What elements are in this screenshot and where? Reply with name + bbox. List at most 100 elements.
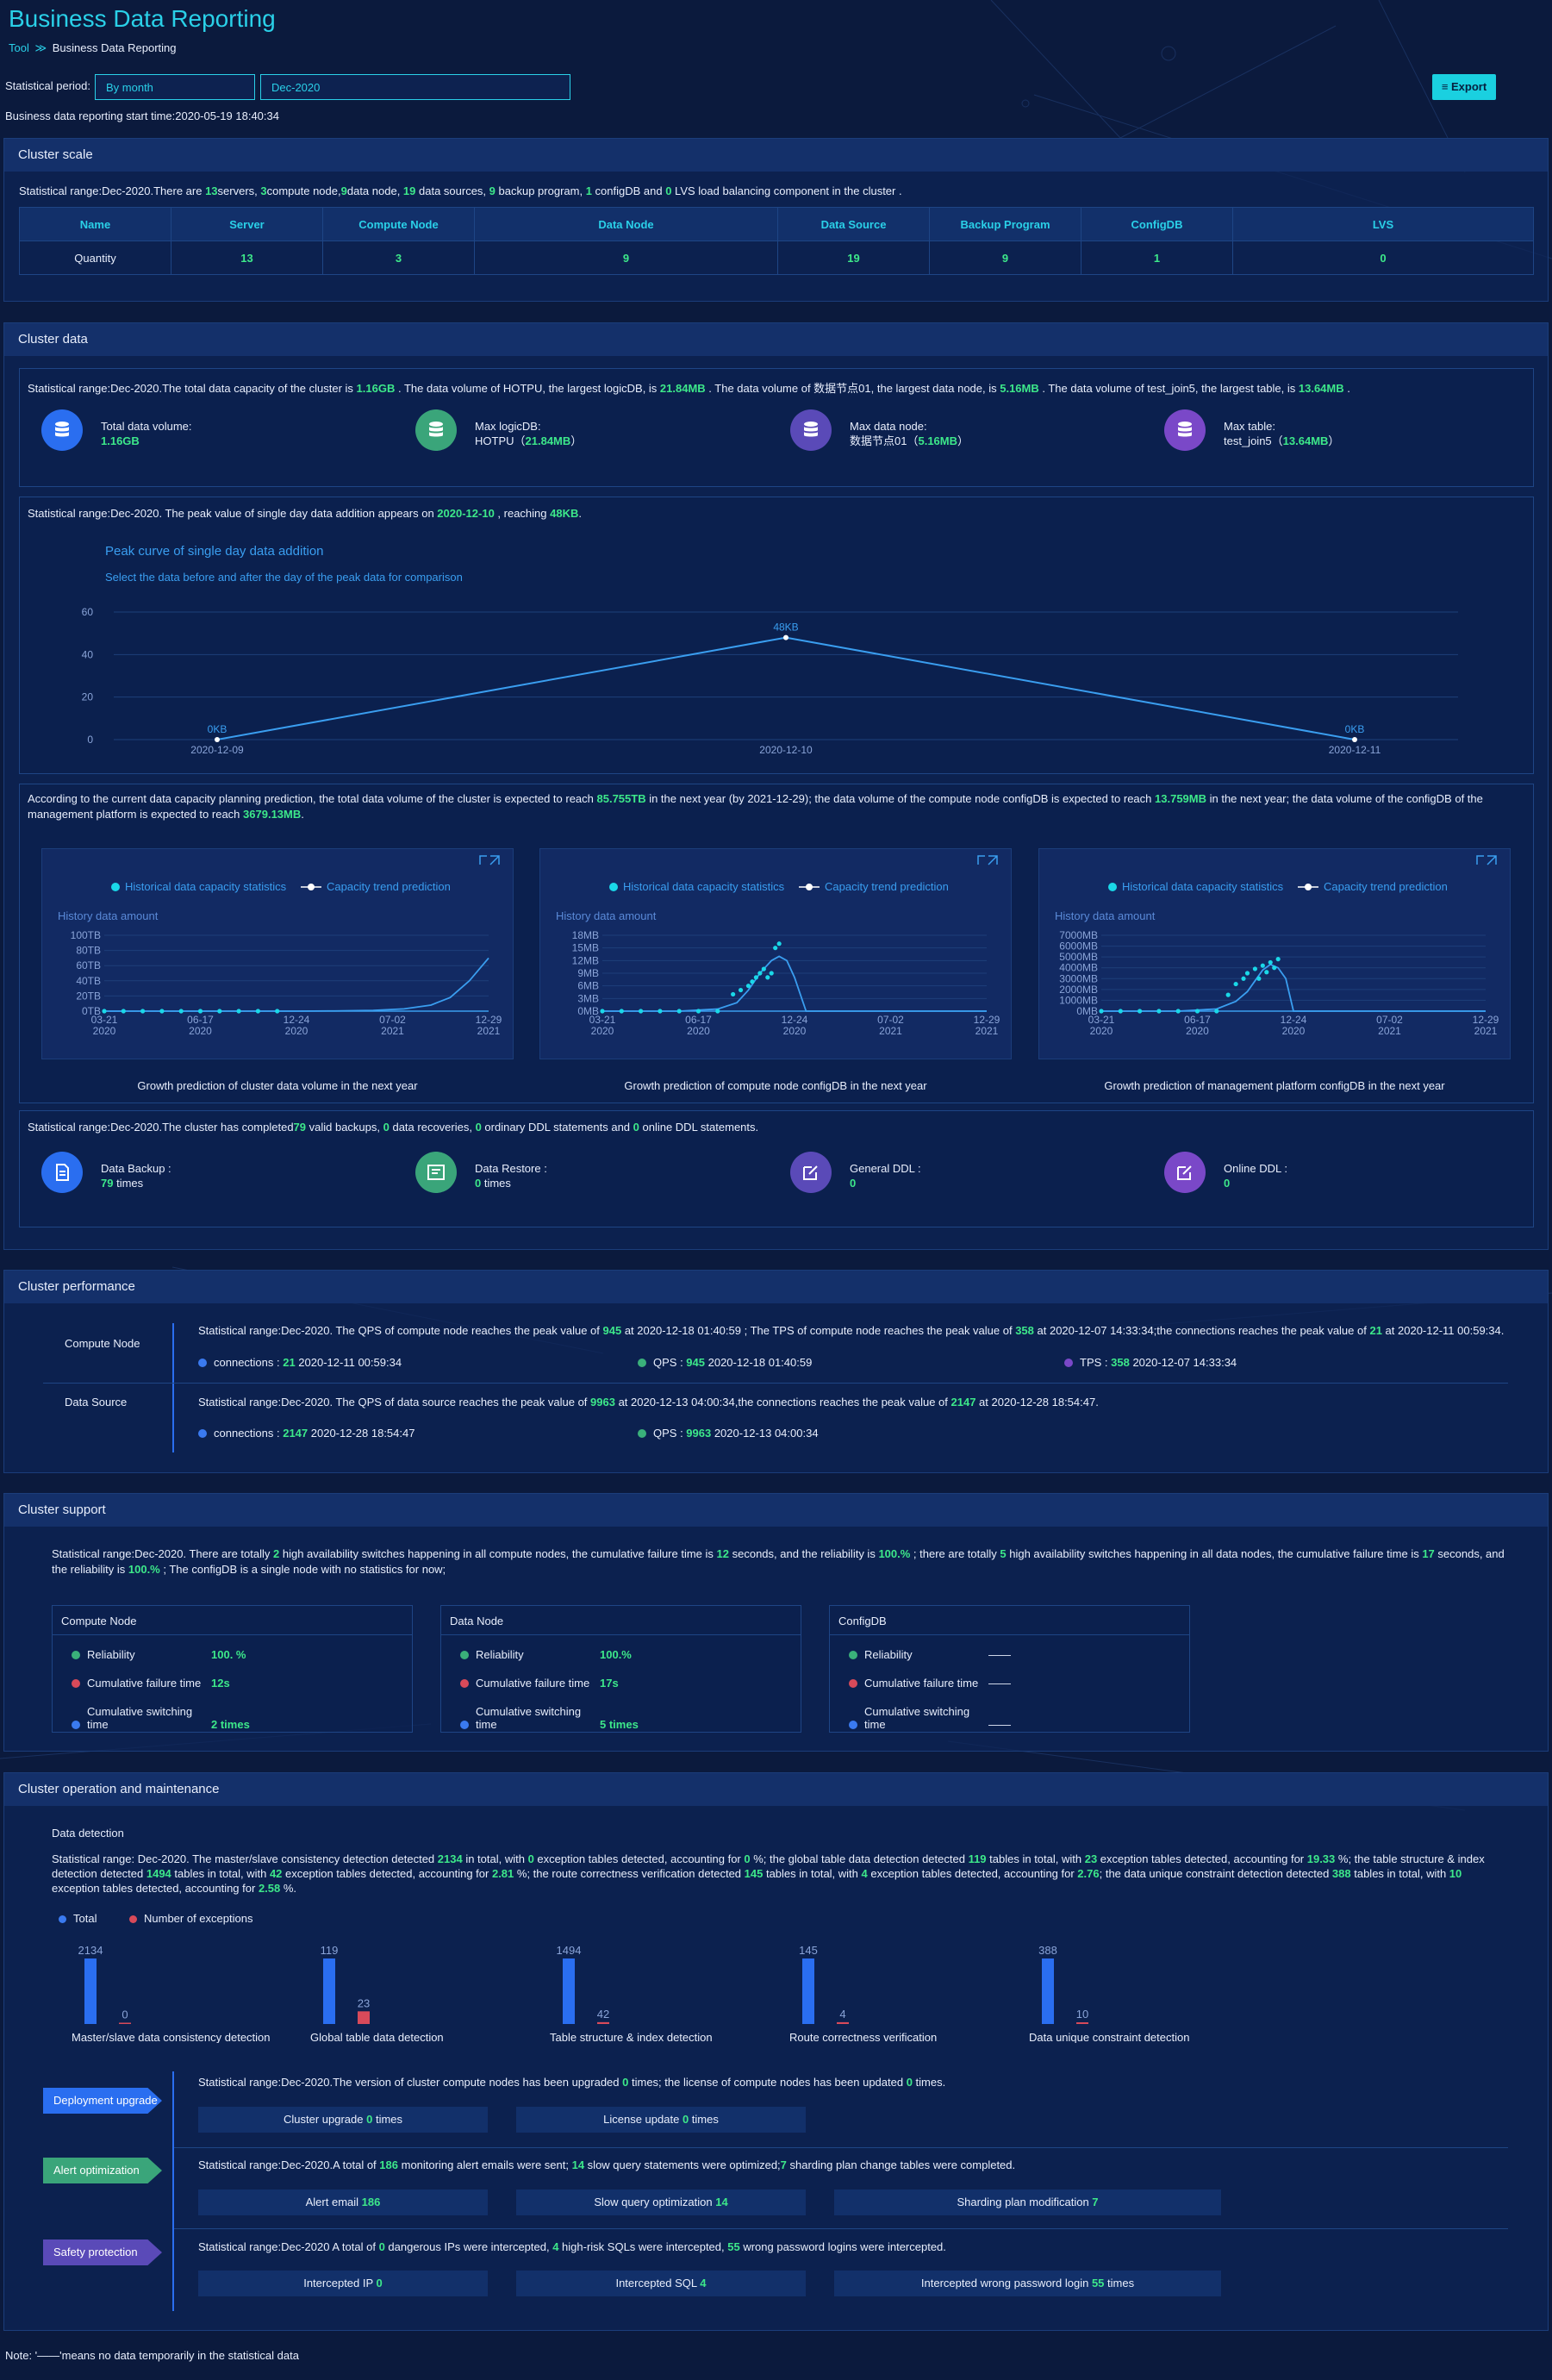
bar-exceptions-label: 10 (1076, 2008, 1088, 2021)
cluster-growth-chart-box: Historical data capacity statistics Capac… (41, 848, 514, 1059)
alert-optimization-text: Statistical range:Dec-2020.A total of 18… (198, 2158, 1016, 2171)
backup-document-icon (41, 1152, 83, 1193)
history-point (197, 1009, 203, 1014)
export-button[interactable]: ≡ Export (1432, 74, 1496, 100)
bar-exceptions-label: 42 (597, 2008, 609, 2021)
x-tick-label: 12-29 (974, 1014, 1000, 1026)
y-tick-label: 4000MB (1059, 962, 1098, 974)
cluster-scale-table: Name Server Compute Node Data Node Data … (19, 207, 1534, 275)
history-point (178, 1009, 184, 1014)
breadcrumb: Tool ≫ Business Data Reporting (9, 41, 177, 55)
bar-exceptions (1076, 2022, 1088, 2024)
x-tick-year: 2020 (1282, 1025, 1306, 1037)
cluster-data-title: Cluster data (4, 323, 1548, 356)
fullscreen-icon (1476, 855, 1497, 865)
period-type-select[interactable]: By month (95, 74, 255, 100)
history-point (1194, 1009, 1200, 1014)
peak-summary: Statistical range:Dec-2020. The peak val… (28, 507, 582, 520)
bar-total-label: 145 (799, 1944, 818, 1957)
bar-exceptions (119, 2022, 131, 2024)
card-title: Compute Node (53, 1606, 412, 1635)
statistical-period-label: Statistical period: (5, 79, 90, 92)
safety-protection-text: Statistical range:Dec-2020 A total of 0 … (198, 2240, 946, 2253)
legend-exceptions[interactable]: Number of exceptions (129, 1912, 252, 1925)
y-tick-label: 5000MB (1059, 951, 1098, 963)
max-logicdb-stat: Max logicDB: HOTPU（21.84MB） (475, 420, 583, 447)
history-point (159, 1009, 165, 1014)
bar-total-label: 388 (1038, 1944, 1057, 1957)
x-tick-label: 07-02 (877, 1014, 904, 1026)
sharding-plan-cell: Sharding plan modification 7 (834, 2189, 1221, 2215)
deployment-upgrade-tag[interactable]: Deployment upgrade (43, 2088, 162, 2114)
alert-optimization-tag[interactable]: Alert optimization (43, 2158, 162, 2183)
data-source-performance-text: Statistical range:Dec-2020. The QPS of d… (198, 1396, 1099, 1409)
max-data-node-stat: Max data node: 数据节点01（5.16MB） (850, 420, 969, 447)
history-point (236, 1009, 241, 1014)
data-point (1352, 737, 1357, 742)
data-detection-title: Data detection (52, 1827, 124, 1840)
y-tick-label: 6000MB (1059, 940, 1098, 953)
history-point (715, 1009, 720, 1014)
history-point (1241, 976, 1246, 981)
slow-query-cell: Slow query optimization 14 (516, 2189, 806, 2215)
history-point (757, 971, 763, 976)
history-point (600, 1009, 605, 1014)
x-tick-year: 2020 (783, 1025, 807, 1037)
compute-tps-item: TPS : 358 2020-12-07 14:33:34 (1064, 1356, 1237, 1369)
prediction-summary: According to the current data capacity p… (28, 792, 1483, 821)
table-cell: 9 (929, 240, 1081, 275)
x-tick-label: 06-17 (187, 1014, 214, 1026)
y-tick-label: 20 (82, 691, 94, 703)
cluster-performance-panel: Cluster performance (3, 1270, 1549, 1473)
compute-node-performance-text: Statistical range:Dec-2020. The QPS of c… (198, 1324, 1505, 1337)
period-month-select[interactable]: Dec-2020 (260, 74, 570, 100)
x-tick-label: 12-24 (284, 1014, 310, 1026)
x-tick-label: 2020-12-11 (1329, 744, 1381, 756)
history-point (1118, 1009, 1123, 1014)
history-point (1214, 1009, 1219, 1014)
y-tick-label: 3MB (577, 992, 599, 1004)
breadcrumb-tool-link[interactable]: Tool (9, 41, 29, 54)
data-point (783, 634, 788, 640)
history-point (658, 1009, 663, 1014)
bar-total (323, 1958, 335, 2024)
trend-line-series (1101, 963, 1486, 1012)
x-tick-label: 07-02 (379, 1014, 406, 1026)
table-cell: 9 (474, 240, 778, 275)
purple-dot-icon (1064, 1359, 1073, 1367)
database-icon (1164, 409, 1206, 451)
legend-total[interactable]: Total (59, 1912, 97, 1925)
history-point (255, 1009, 260, 1014)
x-tick-year: 2020 (1186, 1025, 1209, 1037)
y-tick-label: 1000MB (1059, 994, 1098, 1006)
cluster-support-text: Statistical range:Dec-2020. There are to… (52, 1547, 1505, 1576)
y-tick-label: 2000MB (1059, 984, 1098, 996)
history-point (765, 975, 770, 980)
category-label: Table structure & index detection (550, 2031, 713, 2043)
data-backup-stat: Data Backup :79 times (101, 1162, 171, 1190)
history-point (140, 1009, 146, 1014)
history-point (773, 946, 778, 951)
y-tick-label: 15MB (572, 942, 599, 954)
legend-trend-marker (308, 884, 315, 890)
total-data-volume-stat: Total data volume: 1.16GB (101, 420, 192, 447)
safety-protection-tag[interactable]: Safety protection (43, 2239, 162, 2265)
category-label: Data unique constraint detection (1029, 2031, 1189, 2043)
card-title: ConfigDB (830, 1606, 1189, 1635)
x-tick-label: 03-21 (91, 1014, 118, 1026)
cluster-support-title: Cluster support (4, 1494, 1548, 1527)
history-point (1268, 959, 1273, 965)
history-point (738, 987, 744, 993)
history-point (1244, 971, 1250, 976)
history-point (750, 979, 755, 984)
history-point (769, 971, 774, 976)
divider-line (174, 2228, 1508, 2229)
prediction-line-chart: Historical data capacity statistics Capac… (58, 855, 502, 1037)
legend-trend-label: Capacity trend prediction (1324, 880, 1448, 893)
data-restore-stat: Data Restore :0 times (475, 1162, 547, 1190)
table-row-label: Quantity (19, 240, 171, 275)
legend-history-label: Historical data capacity statistics (1122, 880, 1284, 893)
history-point (619, 1009, 624, 1014)
backup-summary: Statistical range:Dec-2020.The cluster h… (28, 1121, 759, 1134)
cluster-performance-title: Cluster performance (4, 1271, 1548, 1303)
